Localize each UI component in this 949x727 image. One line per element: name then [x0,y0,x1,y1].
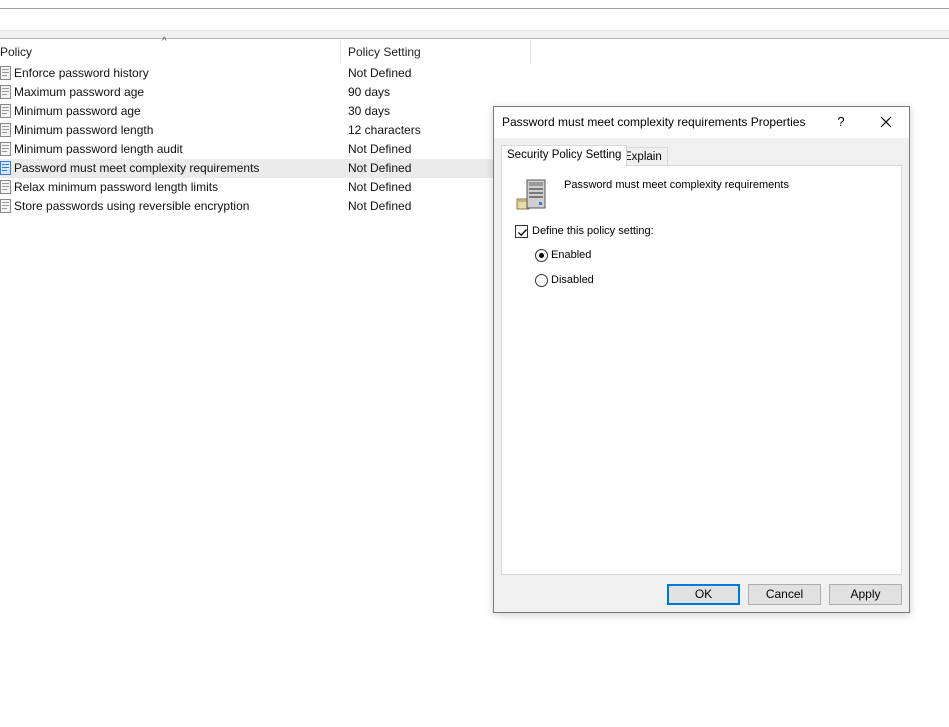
radio-disabled[interactable] [535,274,548,287]
policy-setting-value: 12 characters [348,123,421,137]
policy-setting-value: Not Defined [348,142,412,156]
apply-button[interactable]: Apply [829,584,902,605]
radio-selected-dot [539,253,544,258]
table-row[interactable]: Enforce password history Not Defined [0,64,493,83]
help-button[interactable]: ? [830,111,852,133]
policy-item-icon [0,66,11,80]
sort-ascending-icon: ^ [162,36,167,47]
toolbar-divider [0,8,949,9]
table-row[interactable]: Minimum password length 12 characters [0,121,493,140]
policy-name: Enforce password history [14,66,149,80]
server-policy-icon [515,177,551,213]
list-header: ^ Policy Policy Setting [0,36,949,64]
policy-setting-value: Not Defined [348,66,412,80]
ok-button[interactable]: OK [667,584,740,605]
policy-list: Enforce password history Not Defined Max… [0,64,493,216]
radio-disabled-label: Disabled [551,274,594,286]
tab-panel: Password must meet complexity requiremen… [501,165,902,575]
column-header-policy-setting[interactable]: Policy Setting [342,40,531,64]
policy-item-icon [0,161,11,175]
policy-setting-value: 30 days [348,104,391,118]
table-row-selected[interactable]: Password must meet complexity requiremen… [0,159,493,178]
column-header-policy-setting-label: Policy Setting [348,45,421,59]
policy-item-icon [0,123,11,137]
policy-name: Store passwords using reversible encrypt… [14,199,250,213]
policy-item-icon [0,85,11,99]
define-policy-label: Define this policy setting: [532,225,654,237]
define-policy-checkbox[interactable] [515,225,528,238]
policy-name: Password must meet complexity requiremen… [14,161,260,175]
table-row[interactable]: Minimum password age 30 days [0,102,493,121]
policy-name: Minimum password length [14,123,154,137]
table-row[interactable]: Store passwords using reversible encrypt… [0,197,493,216]
policy-setting-value: Not Defined [348,180,412,194]
table-row[interactable]: Relax minimum password length limits Not… [0,178,493,197]
radio-enabled-label: Enabled [551,249,592,261]
policy-item-icon [0,142,11,156]
toolbar-area [0,0,949,40]
table-row[interactable]: Maximum password age 90 days [0,83,493,102]
checkmark-icon [518,229,527,237]
dialog-title: Password must meet complexity requiremen… [502,115,806,129]
radio-enabled[interactable] [535,249,548,262]
policy-name: Minimum password length audit [14,142,183,156]
close-icon [880,116,892,128]
dialog-titlebar[interactable]: Password must meet complexity requiremen… [494,107,909,138]
close-button[interactable] [872,111,900,133]
policy-name: Maximum password age [14,85,145,99]
policy-name: Relax minimum password length limits [14,180,219,194]
policy-item-icon [0,180,11,194]
policy-item-icon [0,104,11,118]
policy-setting-value: Not Defined [348,199,412,213]
properties-dialog: Password must meet complexity requiremen… [493,106,910,613]
policy-setting-value: Not Defined [348,161,412,175]
policy-title: Password must meet complexity requiremen… [564,179,789,191]
column-header-policy[interactable]: ^ Policy [0,36,341,64]
policy-name: Minimum password age [14,104,141,118]
column-header-policy-label: Policy [0,45,33,59]
table-row[interactable]: Minimum password length audit Not Define… [0,140,493,159]
toolbar-band [0,30,949,39]
cancel-button[interactable]: Cancel [748,584,821,605]
policy-item-icon [0,199,11,213]
policy-setting-value: 90 days [348,85,391,99]
tab-security-policy-setting[interactable]: Security Policy Setting [501,145,628,166]
